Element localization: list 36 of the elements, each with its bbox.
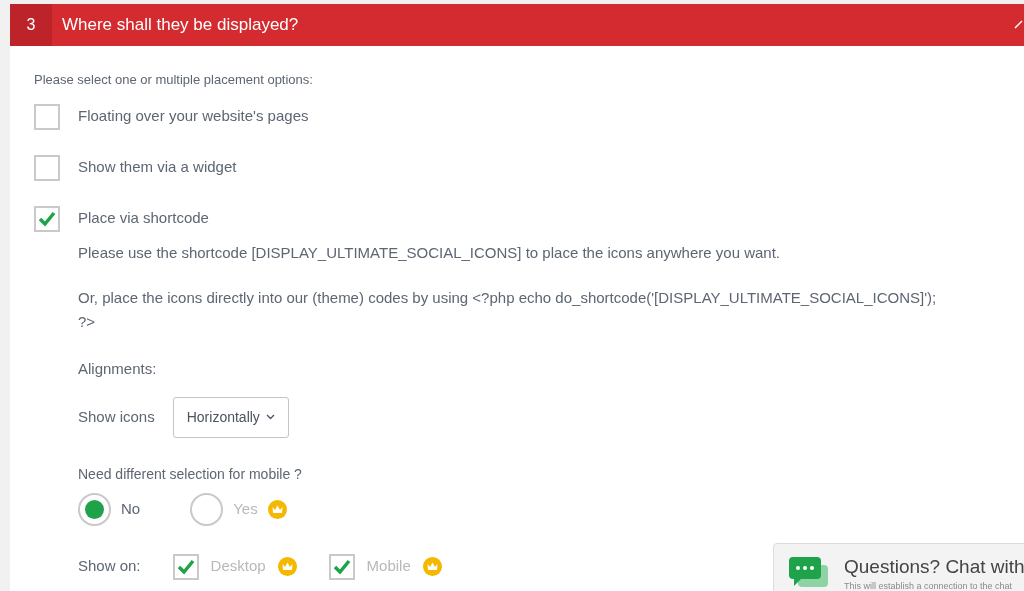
checkbox[interactable] [34,154,60,181]
checkbox[interactable] [328,553,355,580]
intro-text: Please select one or multiple placement options: [34,71,314,89]
orientation-dropdown[interactable]: Horizontally [172,396,289,438]
alignments-label: Alignments: [78,359,158,379]
device-label: Mobile [366,556,411,577]
checkbox[interactable] [34,205,60,232]
section-number: 3 [10,4,52,46]
show-on-label: Show on: [78,556,141,577]
php-note: Or, place the icons directly into our (theme) codes by using <?php echo do_shortcode('[DISPLAY_ULTIMATE_SOCIAL_ICONS]'); ?> [78,288,938,332]
crown-icon [422,557,442,576]
radio-label: No [121,498,141,519]
section-header[interactable]: 3 Where shall they be displayed? [10,4,1024,46]
checkmark-icon [176,558,195,575]
collapse-caret-icon[interactable] [1014,19,1024,31]
option-label: Place via shortcode [78,208,209,229]
chevron-down-icon [265,414,275,420]
checkmark-icon [38,210,56,227]
checkbox[interactable] [172,553,199,580]
option-label: Floating over your website's pages [78,106,309,127]
show-icons-label: Show icons [78,406,155,427]
crown-icon [277,557,297,576]
chat-widget[interactable]: Questions? Chat with This will establish a connection to the chat [773,543,1024,591]
radio-button[interactable] [78,492,111,526]
option-label: Show them via a widget [78,157,237,178]
chat-subtitle: This will establish a connection to the chat [844,580,1014,591]
radio-button[interactable] [190,492,224,526]
radio-label: Yes [233,498,258,519]
device-label: Desktop [210,556,266,577]
checkbox[interactable] [34,103,60,130]
checkmark-icon [332,558,351,575]
chat-title: Questions? Chat with [844,556,1024,578]
mobile-question: Need different selection for mobile ? [78,464,303,484]
crown-icon [267,499,287,519]
section-title: Where shall they be displayed? [62,14,300,37]
shortcode-note: Please use the shortcode [DISPLAY_ULTIMATE_SOCIAL_ICONS] to place the icons anywhere you want. [78,242,781,263]
